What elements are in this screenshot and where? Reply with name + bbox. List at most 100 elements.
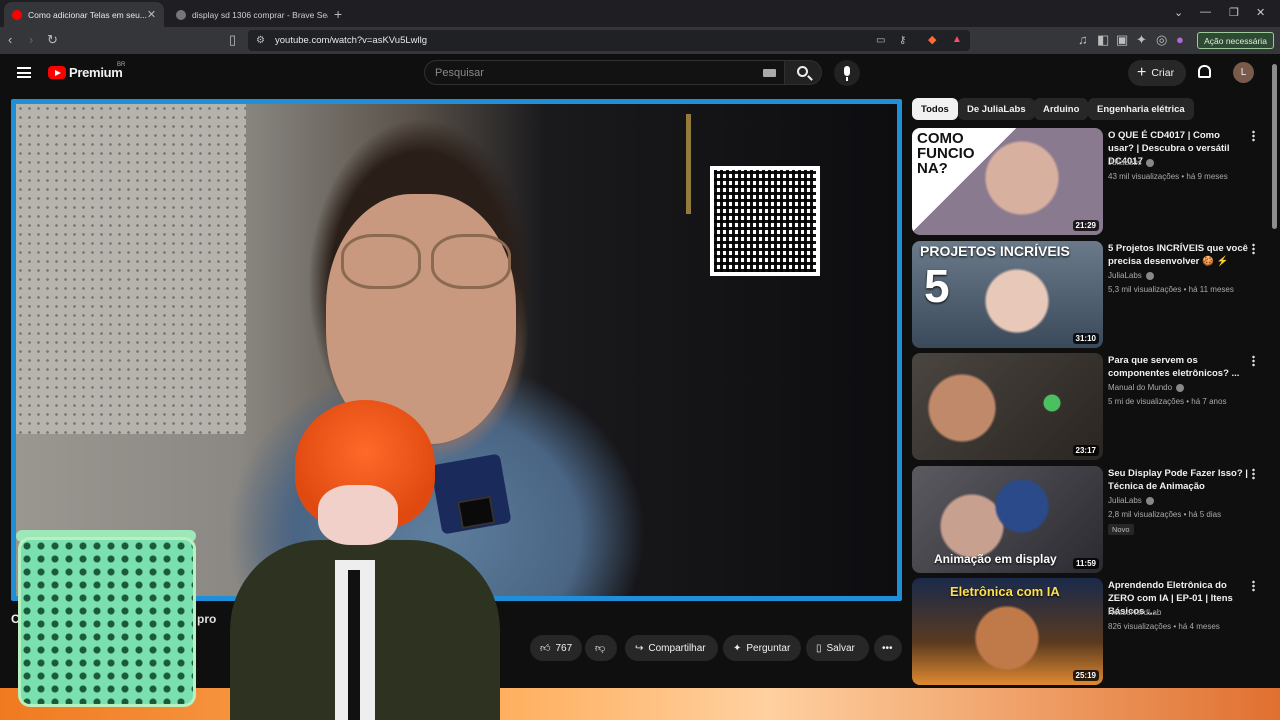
wallet-icon[interactable]: ▣ <box>1116 33 1128 47</box>
back-icon[interactable]: ‹ <box>8 33 12 47</box>
recommendation-title[interactable]: Para que servem os componentes eletrônic… <box>1108 354 1248 380</box>
keyboard-icon[interactable] <box>763 69 776 77</box>
video-thumbnail[interactable]: Animação em display 11:59 <box>912 466 1103 573</box>
key-icon[interactable]: ⚷ <box>899 34 906 48</box>
channel-name[interactable]: NossoNerdLab <box>1108 608 1161 617</box>
save-button[interactable]: ▯ Salvar <box>806 635 869 661</box>
thumbnail-number: 5 <box>924 260 950 312</box>
recommendation-title[interactable]: Seu Display Pode Fazer Isso? | Técnica d… <box>1108 467 1248 493</box>
site-info-icon[interactable]: ⚙ <box>256 34 265 48</box>
chip-arduino[interactable]: Arduino <box>1034 98 1089 120</box>
media-icon[interactable]: ♫ <box>1078 33 1088 47</box>
tab-brave-search[interactable]: display sd 1306 comprar - Brave Sear... <box>168 2 328 27</box>
chip-todos[interactable]: Todos <box>912 98 958 120</box>
thumbnail-text: Animação em display <box>934 552 1057 566</box>
video-thumbnail[interactable]: Eletrônica com IA 25:19 <box>912 578 1103 685</box>
views: 826 visualizações <box>1108 622 1172 631</box>
region-code: BR <box>117 62 126 68</box>
extension-icon[interactable]: ✦ <box>1136 33 1147 47</box>
minimize-icon[interactable]: — <box>1200 6 1211 18</box>
action-required-button[interactable]: Ação necessária <box>1197 32 1274 49</box>
recommendation-item[interactable]: COMO FUNCIO NA? 21:29 O QUE É CD4017 | C… <box>912 128 1267 235</box>
more-actions-button[interactable]: ••• <box>874 635 902 661</box>
ask-button[interactable]: ✦ Perguntar <box>723 635 801 661</box>
youtube-favicon-icon <box>12 9 22 20</box>
channel-label: JuliaLabs <box>1108 271 1142 280</box>
more-icon: ••• <box>882 642 893 654</box>
video-background-pegboard <box>16 104 246 434</box>
share-button[interactable]: ↪ Compartilhar <box>625 635 718 661</box>
search-favicon-icon <box>176 9 186 20</box>
video-thumbnail[interactable]: COMO FUNCIO NA? 21:29 <box>912 128 1103 235</box>
menu-icon[interactable] <box>17 67 31 78</box>
more-options-icon[interactable] <box>1252 243 1255 255</box>
share-label: Compartilhar <box>648 642 706 654</box>
forward-icon[interactable]: › <box>29 33 33 47</box>
search-placeholder: Pesquisar <box>435 67 484 79</box>
notifications-icon[interactable] <box>1198 65 1211 78</box>
premium-logo-text[interactable]: Premium <box>69 65 123 80</box>
chip-de-julialabs[interactable]: De JuliaLabs <box>958 98 1035 120</box>
reload-icon[interactable]: ↻ <box>47 33 58 47</box>
view-meta: 5 mi de visualizações • há 7 anos <box>1108 397 1227 406</box>
recommendation-item[interactable]: PROJETOS INCRÍVEIS 5 31:10 5 Projetos IN… <box>912 241 1267 348</box>
views: 2,8 mil visualizações <box>1108 510 1182 519</box>
brave-rewards-icon[interactable]: ▲ <box>952 33 962 47</box>
bookmark-icon[interactable]: ▯ <box>229 33 236 47</box>
recommendation-item[interactable]: Eletrônica com IA 25:19 Aprendendo Eletr… <box>912 578 1267 685</box>
channel-label: NossoNerdLab <box>1108 608 1162 617</box>
like-count: 767 <box>555 642 573 654</box>
voice-search-icon[interactable] <box>834 60 860 86</box>
create-button[interactable]: + Criar <box>1128 60 1186 86</box>
maximize-icon[interactable]: ❐ <box>1229 6 1239 19</box>
new-tab-button[interactable]: + <box>334 6 342 22</box>
ask-label: Perguntar <box>746 642 791 654</box>
search-input[interactable]: Pesquisar <box>424 60 785 85</box>
dislike-button[interactable]: 👎︎ <box>585 635 617 661</box>
search-button[interactable] <box>784 60 822 85</box>
tab-title: Como adicionar Telas em seu... <box>28 9 147 20</box>
tab-list-icon[interactable]: ⌄ <box>1174 6 1183 19</box>
age: há 7 anos <box>1191 397 1227 406</box>
vpn-icon[interactable]: ◎ <box>1156 33 1167 47</box>
duration-badge: 31:10 <box>1072 333 1099 344</box>
avatar[interactable]: L <box>1233 62 1254 83</box>
verified-icon <box>1145 158 1154 167</box>
cast-icon[interactable]: ▭ <box>876 34 885 48</box>
duration-badge: 11:59 <box>1072 558 1099 569</box>
url-text[interactable]: youtube.com/watch?v=asKVu5Lwllg <box>275 35 427 46</box>
tab-youtube[interactable]: Como adicionar Telas em seu... ✕ <box>4 2 164 27</box>
brave-shield-icon[interactable]: ◆ <box>928 33 936 47</box>
more-options-icon[interactable] <box>1252 130 1255 142</box>
more-options-icon[interactable] <box>1252 355 1255 367</box>
leo-icon[interactable]: ● <box>1176 33 1184 47</box>
channel-name[interactable]: JuliaLabs <box>1108 158 1154 167</box>
view-meta: 2,8 mil visualizações • há 5 dias <box>1108 510 1222 519</box>
like-button[interactable]: 👍︎ 767 <box>530 635 582 661</box>
bookmark-icon: ▯ <box>816 642 822 654</box>
plus-icon: + <box>1137 64 1147 81</box>
channel-name[interactable]: JuliaLabs <box>1108 496 1154 505</box>
close-window-icon[interactable]: ✕ <box>1256 6 1265 19</box>
tab-title: display sd 1306 comprar - Brave Sear... <box>192 9 328 20</box>
views: 5 mi de visualizações <box>1108 397 1185 406</box>
address-bar[interactable]: ⚙ youtube.com/watch?v=asKVu5Lwllg ▭ ⚷ ◆ … <box>248 30 970 51</box>
recommendation-item[interactable]: 23:17 Para que servem os componentes ele… <box>912 353 1267 460</box>
recommendation-title[interactable]: 5 Projetos INCRÍVEIS que você precisa de… <box>1108 242 1248 268</box>
close-tab-icon[interactable]: ✕ <box>147 8 156 21</box>
page-scrollbar[interactable] <box>1271 62 1278 687</box>
recommendation-item[interactable]: Animação em display 11:59 Seu Display Po… <box>912 466 1267 573</box>
sparkle-icon: ✦ <box>733 642 742 654</box>
chip-engenharia-eletrica[interactable]: Engenharia elétrica <box>1088 98 1194 120</box>
more-options-icon[interactable] <box>1252 580 1255 592</box>
sidebar-icon[interactable]: ◧ <box>1097 33 1109 47</box>
duration-badge: 21:29 <box>1072 220 1099 231</box>
channel-name[interactable]: Manual do Mundo <box>1108 383 1185 392</box>
more-options-icon[interactable] <box>1252 468 1255 480</box>
video-background-lamp <box>686 114 691 214</box>
youtube-logo-icon[interactable] <box>48 66 66 79</box>
video-thumbnail[interactable]: 23:17 <box>912 353 1103 460</box>
scrollbar-thumb[interactable] <box>1272 64 1277 229</box>
channel-name[interactable]: JuliaLabs <box>1108 271 1154 280</box>
video-thumbnail[interactable]: PROJETOS INCRÍVEIS 5 31:10 <box>912 241 1103 348</box>
